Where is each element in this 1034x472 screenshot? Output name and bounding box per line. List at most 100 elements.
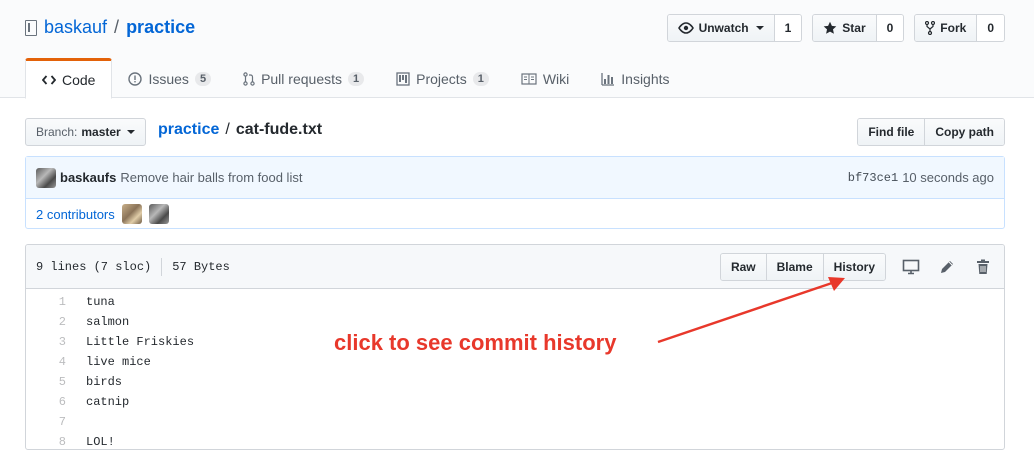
fork-count[interactable]: 0 — [977, 15, 1004, 41]
line-text: Little Friskies — [86, 335, 195, 349]
pull-requests-count-badge: 1 — [348, 71, 365, 86]
history-button[interactable]: History — [822, 253, 885, 280]
line-text: tuna — [86, 295, 115, 309]
branch-name: master — [81, 125, 121, 139]
blame-button[interactable]: Blame — [765, 253, 823, 280]
repo-link[interactable]: practice — [126, 17, 195, 38]
line-number[interactable]: 7 — [26, 415, 66, 429]
code-line: 6 catnip — [26, 392, 1004, 412]
raw-button[interactable]: Raw — [720, 253, 766, 280]
projects-count-badge: 1 — [472, 71, 489, 86]
code-line: 8 LOL! — [26, 432, 1004, 449]
contributors-link[interactable]: 2 contributors — [36, 207, 115, 222]
unwatch-label: Unwatch — [698, 21, 749, 35]
file-nav-buttons: Find file Copy path — [857, 118, 1005, 146]
tab-issues[interactable]: Issues 5 — [112, 58, 227, 99]
avatar[interactable] — [148, 204, 169, 224]
code-icon — [42, 74, 56, 85]
line-number[interactable]: 2 — [26, 315, 66, 329]
issue-icon — [128, 71, 143, 86]
tab-code-label: Code — [62, 71, 96, 88]
file-view-buttons: Raw Blame History — [719, 252, 886, 281]
code-line: 2 salmon — [26, 312, 1004, 332]
line-number[interactable]: 4 — [26, 355, 66, 369]
title-separator: / — [114, 17, 120, 37]
tab-issues-label: Issues — [148, 70, 189, 87]
find-file-button[interactable]: Find file — [858, 119, 925, 145]
tab-wiki[interactable]: Wiki — [505, 58, 585, 99]
fork-icon — [925, 21, 936, 35]
repo-tabs: Code Issues 5 Pull requests 1 Projects 1… — [25, 58, 686, 99]
graph-icon — [601, 72, 615, 86]
copy-path-button[interactable]: Copy path — [924, 119, 1004, 145]
star-group: Star 0 — [812, 14, 905, 42]
commit-author[interactable]: baskaufs — [60, 170, 116, 185]
breadcrumb: practice / cat-fude.txt — [158, 121, 322, 139]
line-text: live mice — [86, 355, 151, 369]
pull-request-icon — [243, 71, 255, 86]
chevron-down-icon — [755, 26, 764, 30]
line-number[interactable]: 1 — [26, 295, 66, 309]
star-button[interactable]: Star — [813, 15, 877, 41]
line-text: LOL! — [86, 435, 115, 449]
line-text: birds — [86, 375, 123, 389]
line-text: salmon — [86, 315, 130, 329]
line-number[interactable]: 8 — [26, 435, 66, 449]
repo-actions: Unwatch 1 Star 0 Fork 0 — [666, 14, 1005, 42]
line-number[interactable]: 6 — [26, 395, 66, 409]
latest-commit: baskaufs Remove hair balls from food lis… — [26, 157, 1004, 199]
repo-icon — [25, 19, 37, 36]
contributors-row: 2 contributors — [26, 199, 1004, 229]
avatar[interactable] — [36, 167, 56, 188]
star-count[interactable]: 0 — [876, 15, 904, 41]
chevron-down-icon — [126, 130, 135, 134]
commit-time: 10 seconds ago — [902, 170, 994, 185]
trash-icon[interactable] — [972, 256, 994, 278]
branch-select-button[interactable]: Branch: master — [25, 118, 146, 146]
watch-count[interactable]: 1 — [774, 15, 802, 41]
tab-code[interactable]: Code — [25, 58, 113, 99]
pencil-icon[interactable] — [936, 256, 958, 278]
unwatch-button[interactable]: Unwatch — [667, 15, 775, 41]
tab-pull-requests-label: Pull requests — [261, 70, 342, 87]
book-icon — [521, 72, 537, 85]
line-text: catnip — [86, 395, 130, 409]
branch-prefix: Branch: — [36, 125, 78, 139]
file-lines-info: 9 lines (7 sloc) — [36, 259, 152, 274]
fork-button[interactable]: Fork — [915, 15, 978, 41]
file-info: 9 lines (7 sloc) 57 Bytes — [36, 257, 230, 276]
line-number[interactable]: 3 — [26, 335, 66, 349]
tab-projects-label: Projects — [416, 70, 467, 87]
project-icon — [396, 71, 410, 86]
breadcrumb-separator: / — [225, 121, 230, 138]
line-number[interactable]: 5 — [26, 375, 66, 389]
commit-message[interactable]: Remove hair balls from food list — [120, 170, 302, 185]
desktop-icon[interactable] — [900, 256, 922, 278]
code-line: 5 birds — [26, 372, 1004, 392]
tab-insights[interactable]: Insights — [585, 58, 685, 99]
repo-title: baskauf / practice — [25, 17, 195, 38]
commit-sha[interactable]: bf73ce1 — [848, 171, 898, 185]
owner-link[interactable]: baskauf — [44, 17, 107, 38]
tab-insights-label: Insights — [621, 70, 670, 87]
watch-group: Unwatch 1 — [666, 14, 803, 42]
code-line: 1 tuna — [26, 292, 1004, 312]
file-actions: Raw Blame History — [719, 252, 994, 281]
breadcrumb-repo-link[interactable]: practice — [158, 121, 219, 139]
fork-group: Fork 0 — [914, 14, 1005, 42]
repo-header: baskauf / practice Unwatch 1 Star 0 Fork — [0, 0, 1034, 99]
code-view: 1 tuna 2 salmon 3 Little Friskies 4 live mic… — [26, 289, 1004, 449]
avatar[interactable] — [121, 204, 142, 224]
commit-tease: baskaufs Remove hair balls from food lis… — [25, 156, 1005, 229]
tab-pull-requests[interactable]: Pull requests 1 — [227, 58, 380, 99]
tab-wiki-label: Wiki — [542, 70, 570, 87]
commit-meta: bf73ce1 10 seconds ago — [848, 170, 994, 185]
fork-label: Fork — [940, 21, 967, 35]
annotation-text: click to see commit history — [334, 330, 617, 355]
code-line: 7 — [26, 412, 1004, 432]
file-header: 9 lines (7 sloc) 57 Bytes Raw Blame Hist… — [26, 245, 1004, 289]
breadcrumb-file-name: cat-fude.txt — [235, 121, 323, 138]
eye-icon — [677, 22, 694, 34]
tab-projects[interactable]: Projects 1 — [380, 58, 505, 99]
issues-count-badge: 5 — [194, 71, 212, 86]
